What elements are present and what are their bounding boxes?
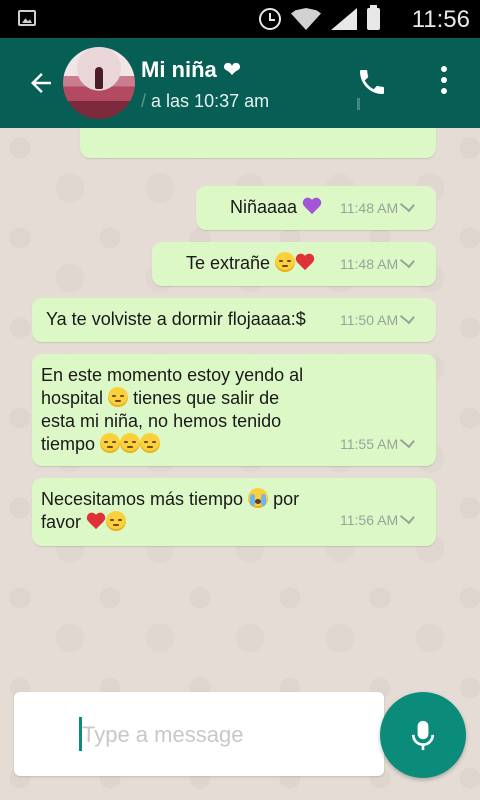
chat-header: Mi niña ❤ / a las 10:37 am (0, 38, 480, 128)
microphone-button[interactable] (380, 692, 466, 778)
pensive-face-icon (120, 433, 141, 453)
wifi-icon (291, 8, 321, 30)
pensive-face-icon (100, 433, 121, 453)
avatar[interactable] (63, 47, 135, 119)
pensive-face-icon (275, 252, 296, 272)
message-bubble[interactable]: Ya te volviste a dormir flojaaaa:$ 11:50… (32, 298, 436, 342)
back-arrow-icon[interactable] (26, 68, 56, 98)
message-time: 11:55 AM (340, 433, 416, 452)
message-time: 11:48 AM (340, 197, 416, 216)
message-text: Necesitamos más tiempo por favor (41, 488, 300, 532)
check-icon (400, 509, 416, 525)
message-bubble[interactable]: Te extrañe 11:48 AM (152, 242, 436, 286)
crying-face-icon (248, 488, 269, 508)
check-icon (400, 253, 416, 269)
header-divider (357, 98, 360, 110)
message-bubble[interactable]: En este momento estoy yendo al hospital … (32, 354, 436, 466)
contact-name[interactable]: Mi niña ❤ (141, 57, 241, 83)
message-time: 11:48 AM (340, 253, 416, 272)
last-seen-text: a las 10:37 am (151, 91, 270, 111)
message-text: En este momento estoy yendo al hospital … (41, 365, 304, 454)
message-time: 11:56 AM (340, 509, 416, 528)
red-heart-icon (86, 513, 106, 531)
red-heart-icon (295, 254, 315, 272)
last-seen: / a las 10:37 am (141, 91, 269, 112)
message-input-placeholder[interactable]: Type a message (82, 722, 243, 748)
check-icon (400, 197, 416, 213)
message-time: 11:50 AM (340, 309, 416, 328)
microphone-icon (411, 720, 435, 751)
message-text: Ya te volviste a dormir flojaaaa:$ (46, 309, 306, 329)
pensive-face-icon (108, 387, 129, 407)
status-icons (259, 5, 380, 32)
alarm-clock-icon (259, 8, 281, 30)
pensive-face-icon (106, 511, 127, 531)
purple-heart-icon (302, 198, 322, 216)
signal-icon (331, 8, 357, 30)
status-bar: 11:56 (0, 0, 480, 38)
message-bubble[interactable]: Necesitamos más tiempo por favor 11:56 A… (32, 478, 436, 546)
check-icon (400, 433, 416, 449)
status-time: 11:56 (411, 6, 470, 33)
check-icon (400, 309, 416, 325)
pensive-face-icon (140, 433, 161, 453)
message-bubble-partial (80, 128, 436, 158)
last-seen-prefix: / (141, 91, 147, 111)
image-icon (18, 10, 36, 26)
message-text: Niñaaaa (230, 196, 322, 219)
message-bubble[interactable]: Niñaaaa 11:48 AM (196, 186, 436, 230)
phone-icon[interactable] (356, 66, 388, 98)
message-text: Te extrañe (186, 252, 315, 275)
more-vert-icon[interactable] (436, 66, 452, 98)
battery-icon (367, 5, 380, 30)
